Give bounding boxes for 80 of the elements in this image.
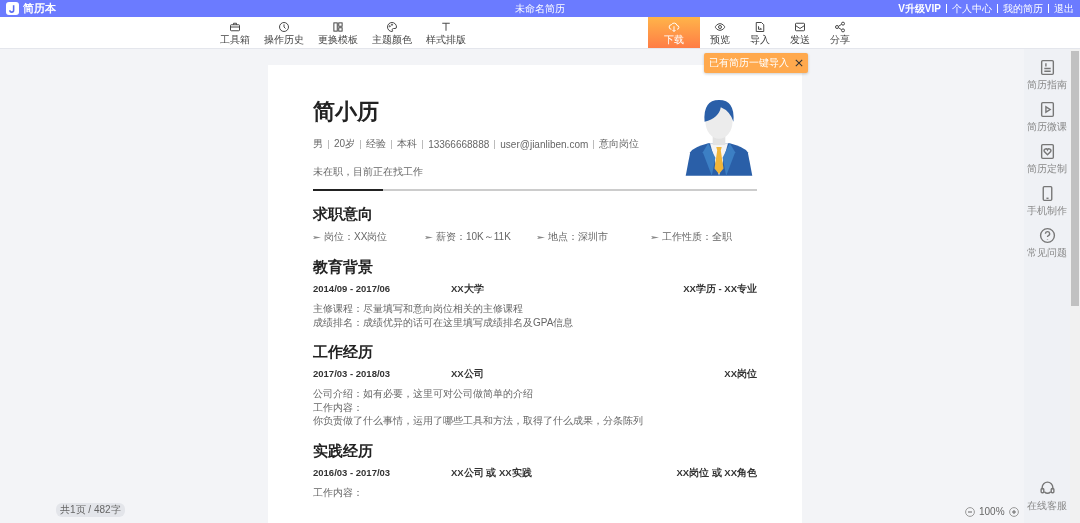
header-link[interactable]: 我的简历 <box>1003 1 1043 16</box>
organization-text: XX公司 <box>451 368 485 381</box>
action-button[interactable]: 发送 <box>780 17 820 48</box>
action-button[interactable]: 分享 <box>820 17 860 48</box>
zoom-out-icon[interactable] <box>965 506 975 517</box>
info-text: 经验 <box>366 137 387 151</box>
side-button[interactable]: 简历指南 <box>1027 59 1067 90</box>
logo-text[interactable]: 简历本 <box>23 1 56 16</box>
intent-text: 地点：深圳市 <box>548 230 608 244</box>
text-icon <box>440 20 452 33</box>
info-text: 13366668888 <box>428 138 490 150</box>
document-icon <box>1038 59 1056 76</box>
tooltip-text: 已有简历一键导入 <box>709 56 789 70</box>
side-button[interactable]: 简历微课 <box>1027 101 1067 132</box>
detail-text: 你负责做了什么事情，运用了哪些工具和方法，取得了什么成果，分条陈列 <box>313 414 644 428</box>
arrow-icon <box>537 234 545 240</box>
upgrade-link[interactable]: V升级VIP <box>898 1 941 16</box>
section-title: 教育背景 <box>313 258 374 277</box>
section-title: 实践经历 <box>313 441 374 461</box>
question-icon <box>1038 227 1056 244</box>
zoom-level: 100% <box>979 506 1005 517</box>
logo-icon <box>6 2 19 15</box>
info-text: user@jianliben.com <box>500 138 589 150</box>
eye-icon <box>714 20 726 33</box>
info-text: 意向岗位 <box>599 137 640 151</box>
toolbar-button[interactable]: 主题颜色 <box>366 17 418 48</box>
section-title: 求职意向 <box>313 205 374 224</box>
side-button[interactable]: 简历定制 <box>1027 143 1067 174</box>
arrow-icon <box>651 234 659 240</box>
share-icon <box>834 20 846 33</box>
section-title: 工作经历 <box>313 343 374 362</box>
toolbox-icon <box>229 20 241 33</box>
headset-icon <box>1038 480 1056 497</box>
clock-icon <box>278 20 290 33</box>
header-link[interactable]: 个人中心 <box>952 1 992 16</box>
organization-text: XX公司 或 XX实践 <box>451 466 533 480</box>
role-text: XX岗位 <box>724 368 757 381</box>
header-link[interactable]: 退出 <box>1054 1 1074 16</box>
info-text: 本科 <box>397 137 418 151</box>
status-text: 未在职，目前正在找工作 <box>313 165 424 179</box>
detail-text: 主修课程：尽量填写和意向岗位相关的主修课程 <box>313 302 524 316</box>
scrollbar[interactable] <box>1070 49 1080 523</box>
document-title: 未命名简历 <box>515 1 565 16</box>
role-text: XX岗位 或 XX角色 <box>676 466 757 480</box>
arrow-icon <box>313 234 321 240</box>
layout-icon <box>332 20 344 33</box>
toolbar-button[interactable]: 操作历史 <box>258 17 310 48</box>
import-icon <box>754 20 766 33</box>
zoom-in-icon[interactable] <box>1008 506 1019 517</box>
date-range: 2014/09 - 2017/06 <box>313 283 392 296</box>
page-count: 共1页 / 482字 <box>56 503 125 517</box>
action-button[interactable]: 预览 <box>700 17 740 48</box>
info-text: 20岁 <box>334 137 356 151</box>
envelope-icon <box>794 20 806 33</box>
palette-icon <box>386 20 398 33</box>
intent-text: 岗位：XX岗位 <box>324 230 388 244</box>
action-button[interactable]: 下载 <box>648 17 700 48</box>
detail-text: 工作内容： <box>313 400 364 414</box>
side-button[interactable]: 常见问题 <box>1027 227 1067 258</box>
role-text: XX学历 - XX专业 <box>683 283 757 296</box>
detail-text: 公司介绍：如有必要，这里可对公司做简单的介绍 <box>313 387 534 401</box>
detail-text: 工作内容： <box>313 485 364 499</box>
arrow-icon <box>425 234 433 240</box>
organization-text: XX大学 <box>451 283 485 296</box>
side-button[interactable]: 手机制作 <box>1027 185 1067 216</box>
toolbar-button[interactable]: 工具箱 <box>214 17 256 48</box>
detail-text: 成绩排名：成绩优异的话可在这里填写成绩排名及GPA信息 <box>313 315 575 329</box>
toolbar-button[interactable]: 样式排版 <box>420 17 472 48</box>
toolbar-button[interactable]: 更换模板 <box>312 17 364 48</box>
play-icon <box>1038 101 1056 118</box>
download-icon <box>668 20 680 33</box>
info-text: 男 <box>313 137 323 151</box>
close-icon[interactable] <box>795 59 803 67</box>
support-button[interactable]: 在线客服 <box>1027 480 1067 511</box>
resume-name: 简小历 <box>313 98 380 126</box>
intent-text: 薪资：10K～11K <box>436 230 511 244</box>
intent-text: 工作性质：全职 <box>662 230 732 244</box>
date-range: 2017/03 - 2018/03 <box>313 368 392 381</box>
action-button[interactable]: 导入 <box>740 17 780 48</box>
date-range: 2016/03 - 2017/03 <box>313 466 392 480</box>
